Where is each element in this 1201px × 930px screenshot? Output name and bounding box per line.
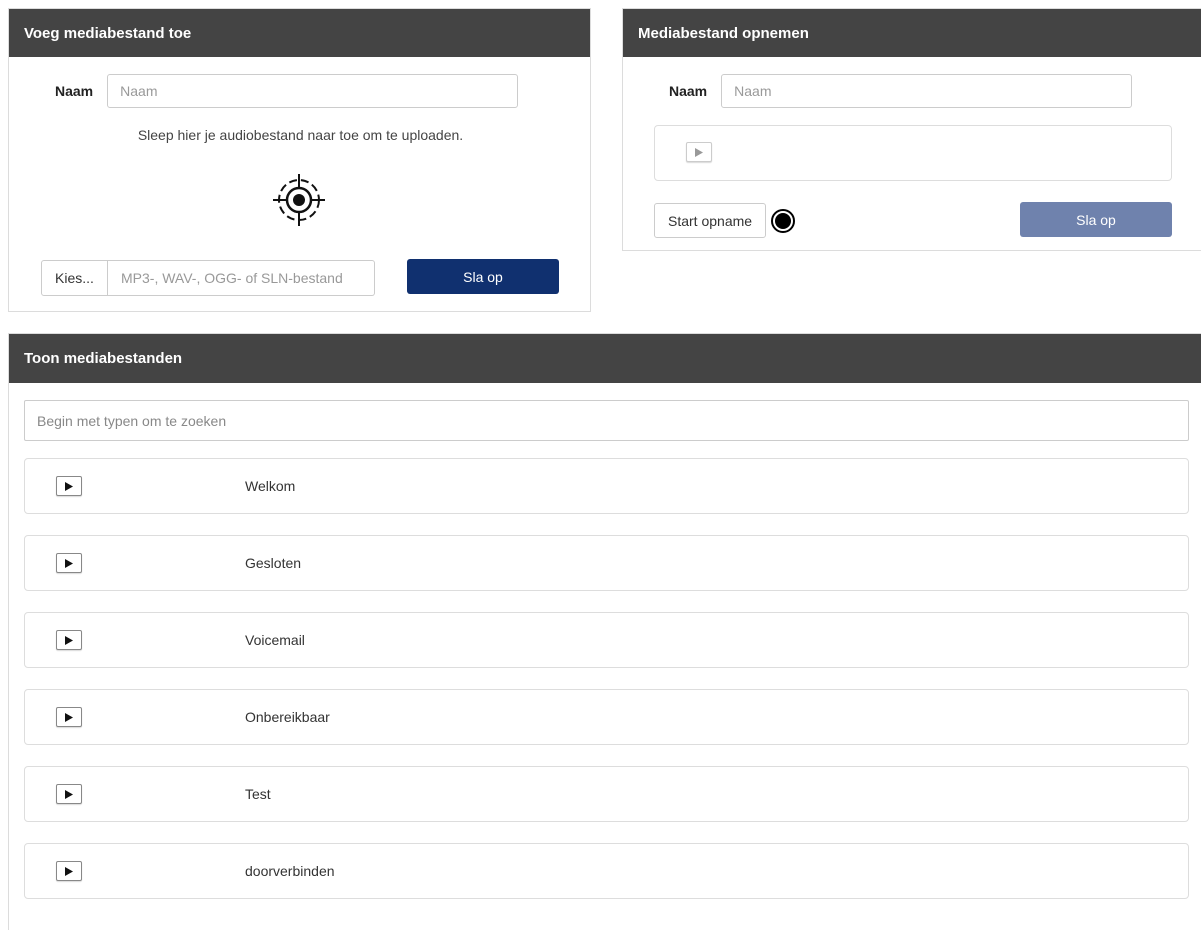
list-panel-title: Toon mediabestanden [9, 334, 1201, 383]
media-list-item: Onbereikbaar [24, 689, 1189, 745]
media-item-name: Onbereikbaar [245, 709, 330, 725]
recording-player [654, 125, 1172, 181]
crosshair-target-icon[interactable] [271, 172, 327, 228]
media-item-name: Welkom [245, 478, 296, 494]
media-item-name: Voicemail [245, 632, 305, 648]
media-list-item: Welkom [24, 458, 1189, 514]
play-icon[interactable] [56, 784, 82, 804]
media-item-name: Test [245, 786, 271, 802]
media-item-name: Gesloten [245, 555, 302, 571]
play-icon[interactable] [56, 476, 82, 496]
file-name-field[interactable] [108, 260, 375, 296]
play-icon[interactable] [56, 630, 82, 650]
record-name-row: Naam [669, 74, 1133, 108]
media-list-item: doorverbinden [24, 843, 1189, 899]
record-icon [771, 208, 796, 233]
play-icon[interactable] [56, 707, 82, 727]
upload-panel-title: Voeg mediabestand toe [9, 9, 590, 57]
record-name-input[interactable] [721, 74, 1133, 108]
choose-file-button[interactable]: Kies... [41, 260, 108, 296]
play-icon[interactable] [56, 553, 82, 573]
drop-zone-text: Sleep hier je audiobestand naar toe om t… [137, 127, 464, 143]
upload-save-button[interactable]: Sla op [407, 259, 559, 294]
media-list-item: Voicemail [24, 612, 1189, 668]
upload-name-input[interactable] [107, 74, 519, 108]
upload-media-panel: Voeg mediabestand toe Naam Sleep hier je… [8, 8, 591, 312]
record-save-button[interactable]: Sla op [1020, 202, 1172, 237]
play-icon[interactable] [56, 861, 82, 881]
media-list-item: Gesloten [24, 535, 1189, 591]
media-search-input[interactable] [24, 400, 1189, 441]
file-chooser-group: Kies... [41, 260, 375, 296]
upload-name-row: Naam [55, 74, 519, 108]
upload-name-label: Naam [55, 83, 94, 99]
record-controls: Start opname [654, 203, 796, 238]
media-list-item: Test [24, 766, 1189, 822]
media-item-name: doorverbinden [245, 863, 335, 879]
media-list-panel: Toon mediabestanden Welkom Gesloten Voic… [8, 333, 1201, 930]
play-icon[interactable] [686, 142, 712, 162]
record-media-panel: Mediabestand opnemen Naam Start opname S… [622, 8, 1201, 251]
start-recording-button[interactable]: Start opname [654, 203, 767, 238]
record-panel-title: Mediabestand opnemen [623, 9, 1201, 57]
record-name-label: Naam [669, 83, 708, 99]
